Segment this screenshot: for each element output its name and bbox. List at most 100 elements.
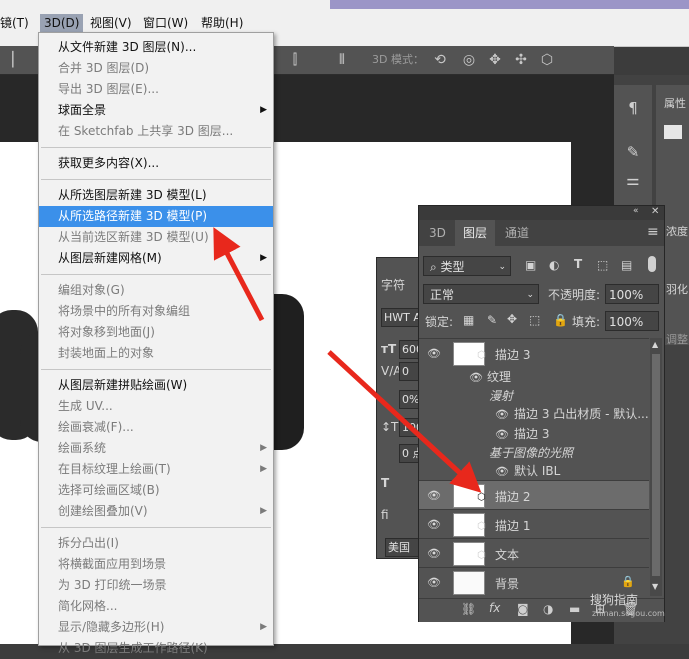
adjust-icon[interactable]: ⚌ <box>624 171 642 189</box>
close-icon[interactable]: ✕ <box>651 206 659 217</box>
collapse-icon[interactable]: « <box>633 206 639 216</box>
fx-icon[interactable]: fx <box>489 601 500 615</box>
faux-bold-icon[interactable]: T <box>381 476 389 490</box>
eye-icon[interactable]: 👁 <box>427 547 441 561</box>
menu-item-create-painting-overlay[interactable]: 创建绘图叠加(V) ▶ <box>39 501 273 522</box>
pan-icon[interactable]: ✥ <box>487 52 503 68</box>
layer-row-stroke3[interactable]: 👁 ⬡ 描边 3 <box>419 338 649 368</box>
menu-item-new-mesh-from-layer[interactable]: 从图层新建网格(M) ▶ <box>39 248 273 269</box>
filter-smart-icon[interactable]: ▤ <box>621 258 632 272</box>
eye-icon[interactable]: 👁 <box>427 576 441 590</box>
scroll-thumb[interactable] <box>652 354 660 576</box>
slide-icon[interactable]: ✣ <box>513 52 529 68</box>
tab-channels[interactable]: 通道 <box>497 220 537 246</box>
layer-row-stroke1[interactable]: 👁 ⬡ 描边 1 <box>419 509 649 539</box>
menu-item-label: 从图层新建网格(M) <box>58 251 162 265</box>
menu-item-show-hide-polygons[interactable]: 显示/隐藏多边形(H) ▶ <box>39 617 273 638</box>
brush-icon[interactable]: ✎ <box>624 143 642 161</box>
menu-item-move-to-ground[interactable]: 将对象移到地面(J) <box>39 322 273 343</box>
menu-item-new-from-selection[interactable]: 从当前选区新建 3D 模型(U) <box>39 227 273 248</box>
menu-item-split-extrusion[interactable]: 拆分凸出(I) <box>39 533 273 554</box>
menu-item-label: 拆分凸出(I) <box>58 536 119 550</box>
mask-icon[interactable]: ◙ <box>517 602 529 616</box>
menubar-item-help[interactable]: 帮助(H) <box>201 14 243 32</box>
submenu-arrow-icon: ▶ <box>260 253 267 263</box>
paragraph-style-icon[interactable]: ¶ <box>624 99 642 117</box>
scroll-up-icon[interactable]: ▲ <box>652 340 658 349</box>
opacity-field[interactable]: 100% <box>605 284 659 304</box>
layers-scrollbar[interactable]: ▲ ▼ <box>650 338 662 596</box>
lock-paint-icon[interactable]: ✎ <box>487 313 497 327</box>
menu-item-paint-falloff[interactable]: 绘画衰减(F)... <box>39 417 273 438</box>
eye-icon[interactable]: 👁 <box>427 347 441 361</box>
menu-item-label: 生成 UV... <box>58 399 113 413</box>
menu-item-simplify-mesh[interactable]: 简化网格... <box>39 596 273 617</box>
eye-icon[interactable]: 👁 <box>495 428 509 442</box>
menu-item-new-tiled-painting[interactable]: 从图层新建拼贴绘画(W) <box>39 375 273 396</box>
mask-icon[interactable] <box>664 125 682 139</box>
tab-layers[interactable]: 图层 <box>455 220 496 246</box>
eye-icon[interactable]: 👁 <box>427 518 441 532</box>
folder-icon[interactable]: ▬ <box>569 602 580 616</box>
lock-transparent-icon[interactable]: ▦ <box>463 313 474 327</box>
eye-icon[interactable]: 👁 <box>469 371 483 385</box>
distribute-icon[interactable]: ⫴ <box>334 52 350 68</box>
lock-label: 锁定: <box>425 315 454 329</box>
scroll-down-icon[interactable]: ▼ <box>652 582 658 591</box>
submenu-arrow-icon: ▶ <box>260 443 267 453</box>
menu-item-paint-system[interactable]: 绘画系统 ▶ <box>39 438 273 459</box>
menu-item-label: 封装地面上的对象 <box>58 346 155 360</box>
filter-shape-icon[interactable]: ⬚ <box>597 258 608 272</box>
scale-icon[interactable]: ⬡ <box>539 52 555 68</box>
menu-item-new-from-layer[interactable]: 从所选图层新建 3D 模型(L) <box>39 185 273 206</box>
menu-item-apply-cross-section[interactable]: 将横截面应用到场景 <box>39 554 273 575</box>
lock-all-icon[interactable]: 🔒 <box>553 313 568 327</box>
menu-item-export-3d[interactable]: 导出 3D 图层(E)... <box>39 79 273 100</box>
menu-item-merge-3d[interactable]: 合并 3D 图层(D) <box>39 58 273 79</box>
link-icon[interactable]: ⛓ <box>461 602 476 616</box>
menu-item-spherical-panorama[interactable]: 球面全景 ▶ <box>39 100 273 121</box>
menu-item-new-from-file[interactable]: 从文件新建 3D 图层(N)... <box>39 37 273 58</box>
eye-icon[interactable]: 👁 <box>495 465 509 479</box>
menu-item-group-objects[interactable]: 编组对象(G) <box>39 280 273 301</box>
fill-label: 填充: <box>572 315 601 329</box>
lock-artboard-icon[interactable]: ⬚ <box>529 313 540 327</box>
menu-item-paint-on-target-texture[interactable]: 在目标纹理上绘画(T) ▶ <box>39 459 273 480</box>
menubar-item-3d[interactable]: 3D(D) <box>40 14 84 32</box>
align-icon[interactable]: ▕ <box>0 52 16 68</box>
filter-type-icon[interactable]: T <box>574 257 582 271</box>
layer-row-stroke2[interactable]: 👁 ⬡ 描边 2 <box>419 480 649 510</box>
fill-field[interactable]: 100% <box>605 311 659 331</box>
menu-item-make-work-path[interactable]: 从 3D 图层生成工作路径(K) <box>39 638 273 659</box>
filter-kind-select[interactable]: ⌕ 类型 ⌄ <box>423 256 511 276</box>
font-size-icon: ᴛT <box>381 342 397 356</box>
menubar-item-filter[interactable]: 镜(T) <box>0 14 29 32</box>
lock-position-icon[interactable]: ✥ <box>507 312 517 326</box>
menu-item-new-from-path[interactable]: 从所选路径新建 3D 模型(P) <box>39 206 273 227</box>
eye-icon[interactable]: 👁 <box>495 408 509 422</box>
menu-item-pack-on-ground[interactable]: 封装地面上的对象 <box>39 343 273 364</box>
panel-menu-icon[interactable]: ≡ <box>647 224 659 240</box>
blend-mode-select[interactable]: 正常 ⌄ <box>423 284 539 304</box>
menu-item-generate-uv[interactable]: 生成 UV... <box>39 396 273 417</box>
menu-item-label: 在 Sketchfab 上共享 3D 图层... <box>58 124 234 138</box>
menubar-item-view[interactable]: 视图(V) <box>90 14 132 32</box>
ligature-icon[interactable]: fi <box>381 508 389 522</box>
tab-3d[interactable]: 3D <box>421 220 454 246</box>
align-right-icon[interactable]: ⫿ <box>287 52 303 68</box>
layer-row-text[interactable]: 👁 ⬡ 文本 <box>419 538 649 568</box>
menubar-item-window[interactable]: 窗口(W) <box>143 14 188 32</box>
filter-adjust-icon[interactable]: ◐ <box>549 258 559 272</box>
menu-item-group-all-objects[interactable]: 将场景中的所有对象编组 <box>39 301 273 322</box>
orbit-icon[interactable]: ⟲ <box>432 52 448 68</box>
filter-pixel-icon[interactable]: ▣ <box>525 258 536 272</box>
menu-item-get-more-content[interactable]: 获取更多内容(X)... <box>39 153 273 174</box>
menu-item-select-paintable-area[interactable]: 选择可绘画区域(B) <box>39 480 273 501</box>
menu-item-unify-for-3d-print[interactable]: 为 3D 打印统一场景 <box>39 575 273 596</box>
roll-icon[interactable]: ◎ <box>461 52 477 68</box>
menu-item-label: 为 3D 打印统一场景 <box>58 578 167 592</box>
filter-toggle[interactable] <box>648 256 656 272</box>
menu-item-share-sketchfab[interactable]: 在 Sketchfab 上共享 3D 图层... <box>39 121 273 142</box>
eye-icon[interactable]: 👁 <box>427 489 441 503</box>
adjustment-icon[interactable]: ◑ <box>543 602 553 616</box>
